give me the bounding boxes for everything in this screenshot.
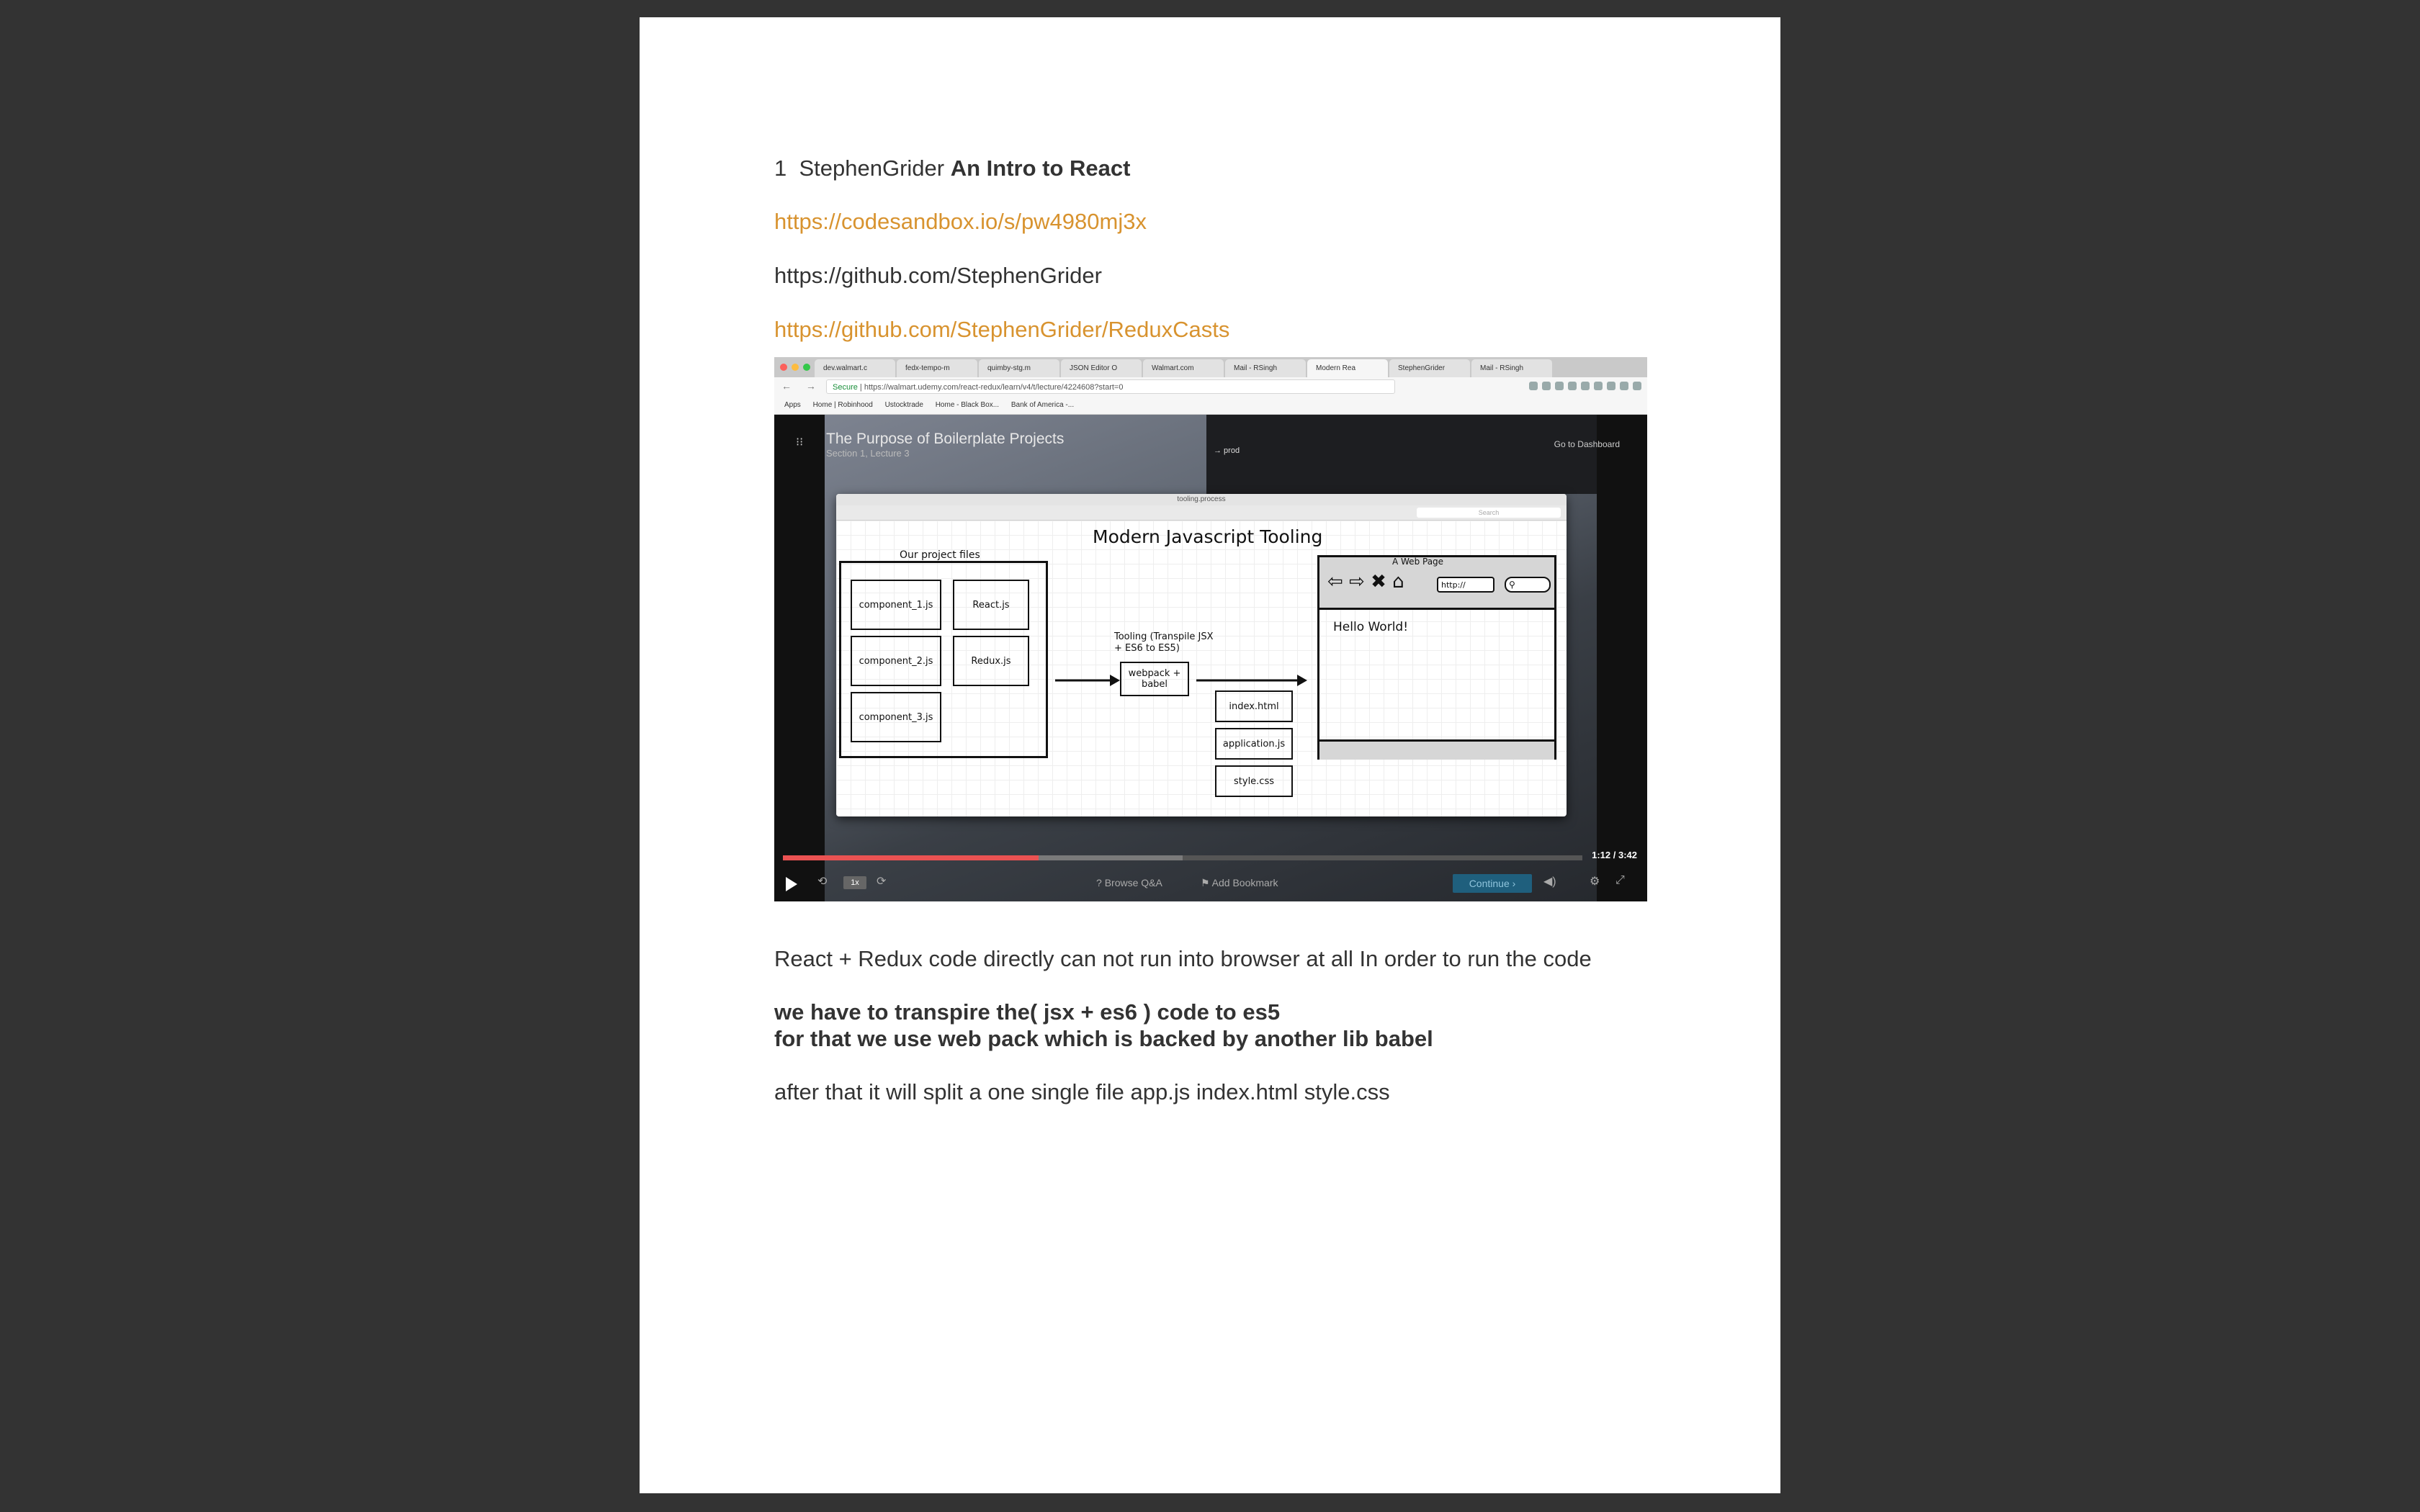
extension-icon (1594, 382, 1603, 390)
reduxcasts-link[interactable]: https://github.com/StephenGrider/ReduxCa… (774, 317, 1229, 343)
progress-played (783, 855, 1039, 860)
heading-author: StephenGrider (799, 156, 945, 181)
browser-tab[interactable]: fedx-tempo-m (897, 359, 977, 377)
heading-line: 1 StephenGrider An Intro to React (774, 156, 1130, 181)
rewind-icon[interactable]: ⟲ (817, 874, 827, 888)
volume-icon[interactable]: ◀) (1543, 874, 1556, 888)
paragraph-3: after that it will split a one single fi… (774, 1079, 1390, 1104)
bookmark-item[interactable]: Apps (784, 401, 801, 409)
browser-tab[interactable]: dev.walmart.c (815, 359, 895, 377)
progress-bar[interactable] (783, 855, 1582, 860)
heading-title: An Intro to React (950, 156, 1131, 181)
address-bar[interactable]: Secure | https://walmart.udemy.com/react… (826, 379, 1395, 394)
time-total: 3:42 (1618, 850, 1637, 860)
bold-line-1: we have to transpire the( jsx + es6 ) co… (774, 999, 1281, 1025)
browser-tab[interactable]: JSON Editor O (1061, 359, 1142, 377)
time-readout: 1:12 / 3:42 (1592, 850, 1637, 860)
add-bookmark-label: Add Bookmark (1211, 877, 1278, 888)
bookmark-item[interactable]: Ustocktrade (885, 401, 923, 409)
extension-icons[interactable] (1529, 382, 1641, 390)
bookmarks-bar: Apps Home | Robinhood Ustocktrade Home -… (774, 396, 1647, 415)
time-current: 1:12 (1592, 850, 1611, 860)
bookmark-item[interactable]: Bank of America -... (1011, 401, 1074, 409)
add-bookmark-button[interactable]: ⚑ Add Bookmark (1201, 877, 1278, 889)
minimize-window-icon[interactable] (792, 364, 799, 371)
paragraph-1: React + Redux code directly can not run … (774, 946, 1592, 971)
embedded-screenshot: dev.walmart.c fedx-tempo-m quimby-stg.m … (774, 357, 1647, 901)
browser-tab[interactable]: Mail - RSingh (1225, 359, 1306, 377)
browse-qa-label: Browse Q&A (1104, 877, 1162, 888)
control-row: ⟲ 1x ⟳ ? Browse Q&A ⚑ Add Bookmark Conti… (774, 870, 1647, 896)
heading-number: 1 (774, 156, 787, 181)
extension-icon (1542, 382, 1551, 390)
forward-icon[interactable]: ⟳ (877, 874, 886, 888)
settings-icon[interactable]: ⚙ (1590, 874, 1600, 888)
browser-tab[interactable]: StephenGrider (1389, 359, 1470, 377)
secure-label: Secure (833, 383, 858, 392)
speed-button[interactable]: 1x (843, 876, 866, 889)
continue-label: Continue (1469, 878, 1510, 889)
browser-tab[interactable]: Mail - RSingh (1471, 359, 1552, 377)
video-player[interactable]: ⁝⁝ The Purpose of Boilerplate Projects S… (774, 415, 1647, 901)
browser-tab[interactable]: quimby-stg.m (979, 359, 1059, 377)
browser-tab[interactable]: Walmart.com (1143, 359, 1224, 377)
bookmark-item[interactable]: Home | Robinhood (813, 401, 873, 409)
github-profile-text: https://github.com/StephenGrider (774, 263, 1102, 288)
document-page: 1 StephenGrider An Intro to React https:… (640, 17, 1780, 1493)
extension-icon (1633, 382, 1641, 390)
extension-icon (1581, 382, 1590, 390)
extension-icon (1529, 382, 1538, 390)
browser-tab-strip: dev.walmart.c fedx-tempo-m quimby-stg.m … (774, 357, 1647, 377)
extension-icon (1607, 382, 1615, 390)
extension-icon (1555, 382, 1564, 390)
play-icon[interactable] (786, 877, 797, 891)
extension-icon (1568, 382, 1577, 390)
fullscreen-icon[interactable]: ⤢ (1615, 874, 1625, 887)
browse-qa-button[interactable]: ? Browse Q&A (1096, 877, 1162, 888)
codesandbox-link[interactable]: https://codesandbox.io/s/pw4980mj3x (774, 209, 1147, 235)
browser-tab-active[interactable]: Modern Rea (1307, 359, 1388, 377)
url-text: https://walmart.udemy.com/react-redux/le… (864, 383, 1124, 392)
extension-icon (1620, 382, 1628, 390)
address-bar-row: ← → ⟳ Secure | https://walmart.udemy.com… (774, 377, 1647, 397)
bold-line-2: for that we use web pack which is backed… (774, 1026, 1433, 1051)
player-controls: 1:12 / 3:42 ⟲ 1x ⟳ ? Browse Q&A ⚑ Add Bo… (774, 415, 1647, 901)
bookmark-item[interactable]: Home - Black Box... (936, 401, 999, 409)
close-window-icon[interactable] (780, 364, 787, 371)
maximize-window-icon[interactable] (803, 364, 810, 371)
continue-button[interactable]: Continue › (1453, 874, 1532, 893)
